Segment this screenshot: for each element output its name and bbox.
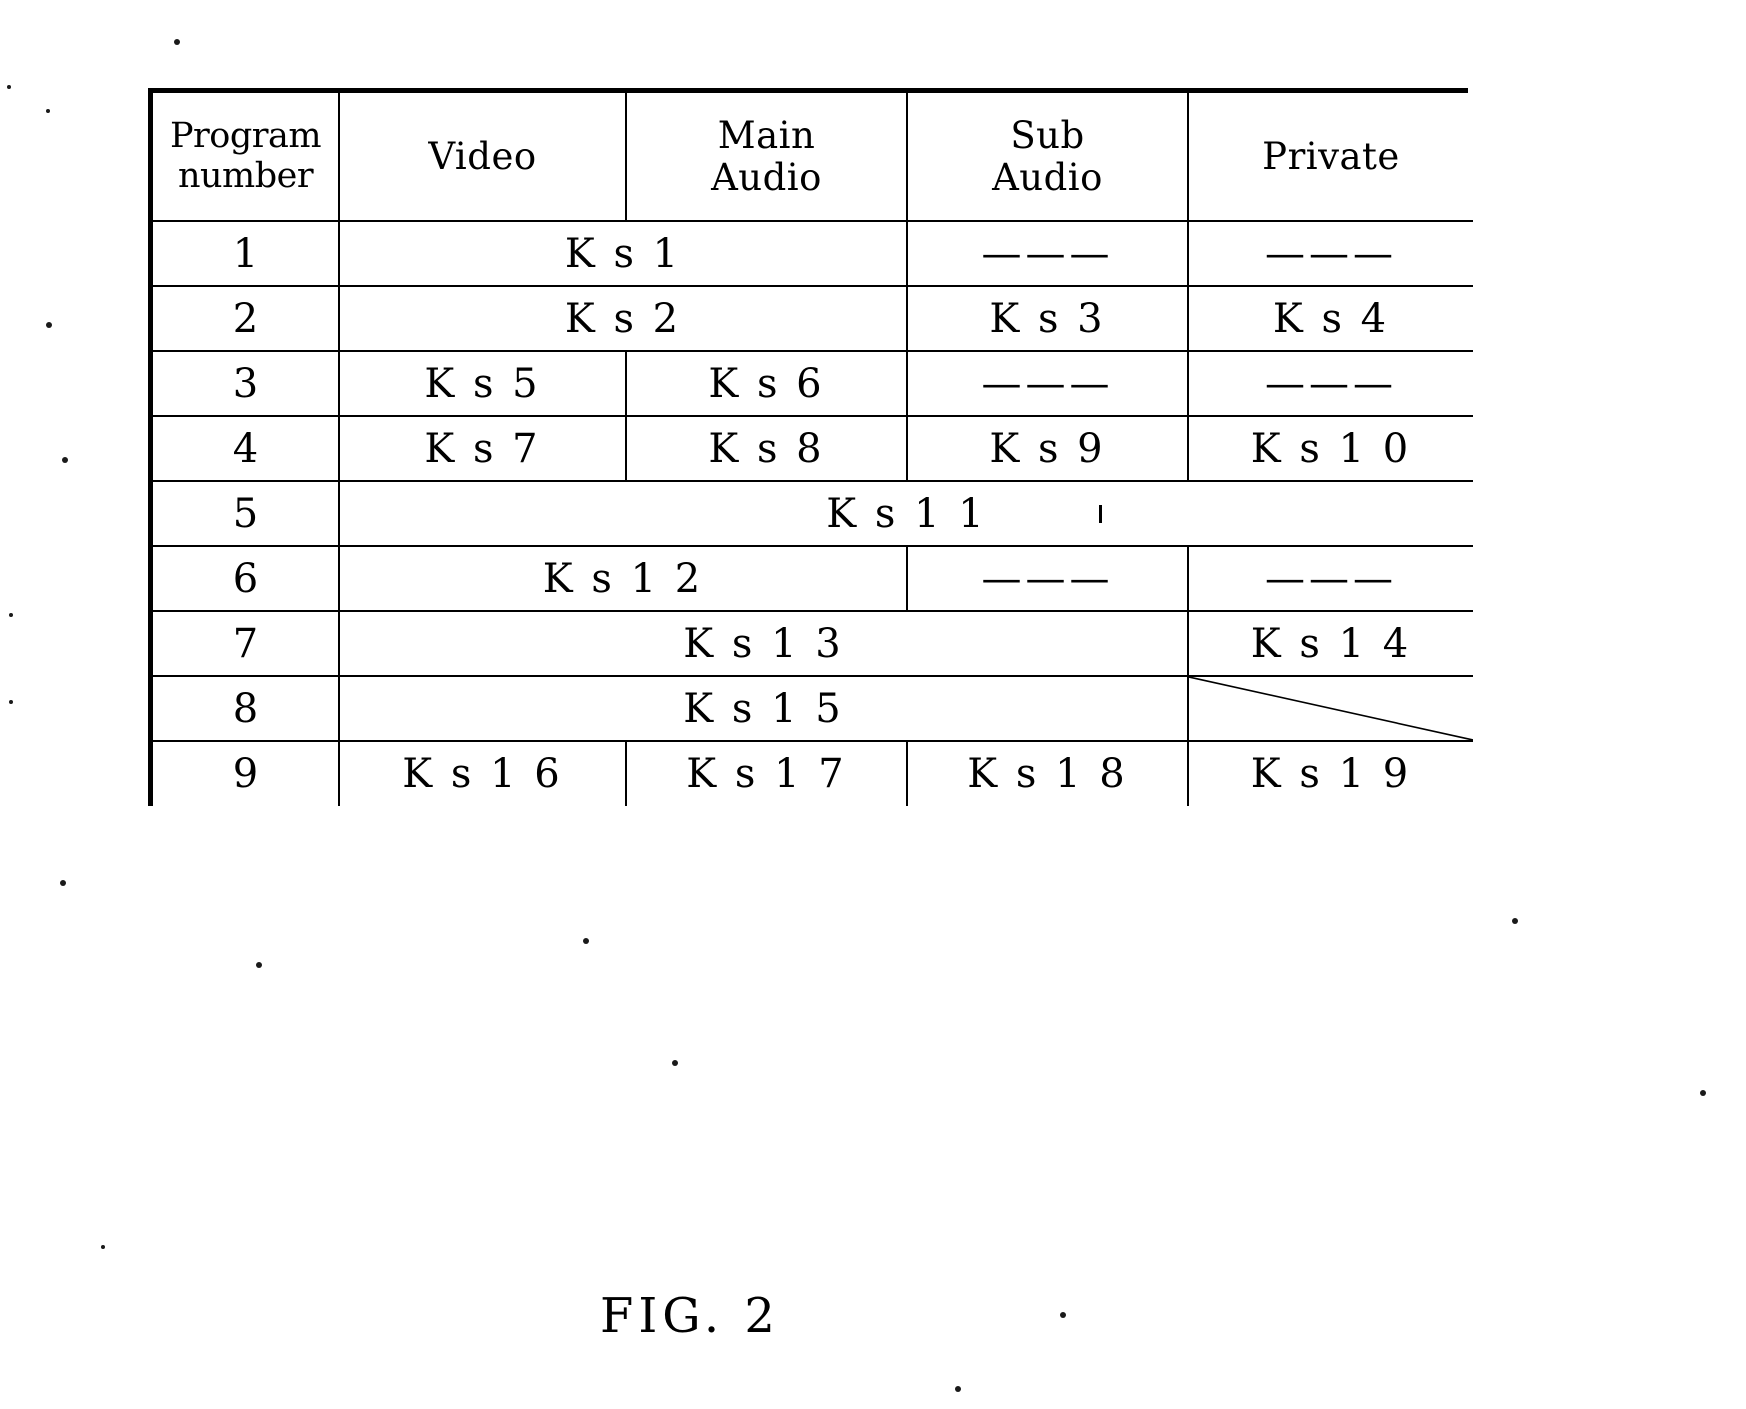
column-header-video: Video (338, 93, 627, 222)
program-number-cell: 6 (153, 545, 340, 612)
stream-key-cell: K s 1 4 (1187, 610, 1473, 677)
stream-key-cell: K s 4 (1187, 285, 1473, 352)
header-line-2: number (177, 155, 314, 196)
stream-key-cell: K s 6 (625, 350, 908, 417)
program-number-cell: 8 (153, 675, 340, 742)
table-row: 5K s 1 1 (153, 480, 1473, 547)
table-header-row: Program number Video Main Audio Sub Audi… (153, 93, 1473, 222)
scan-speck (955, 1386, 961, 1392)
column-header-private: Private (1187, 93, 1473, 222)
program-number-cell: 9 (153, 740, 340, 806)
scan-speck (60, 880, 66, 886)
stream-key-cell: K s 1 2 (338, 545, 908, 612)
empty-dash-cell: ——— (1187, 350, 1473, 417)
column-header-sub-audio: Sub Audio (906, 93, 1189, 222)
scan-speck (256, 962, 262, 968)
empty-dash-cell: ——— (1187, 220, 1473, 287)
stream-key-cell: K s 1 3 (338, 610, 1189, 677)
table-row: 2K s 2K s 3K s 4 (153, 285, 1473, 352)
program-number-cell: 5 (153, 480, 340, 547)
stray-tick-mark (1099, 505, 1102, 523)
program-number-cell: 7 (153, 610, 340, 677)
scan-speck (101, 1245, 105, 1249)
program-number-cell: 4 (153, 415, 340, 482)
table: Program number Video Main Audio Sub Audi… (153, 93, 1473, 806)
program-number-cell: 1 (153, 220, 340, 287)
table-row: 7K s 1 3K s 1 4 (153, 610, 1473, 677)
header-line-1: Sub (1010, 114, 1085, 158)
column-header-main-audio: Main Audio (625, 93, 908, 222)
figure-caption: FIG. 2 (600, 1288, 780, 1344)
scan-speck (672, 1060, 678, 1066)
table-row: 9K s 1 6K s 1 7K s 1 8K s 1 9 (153, 740, 1473, 806)
header-line-2: Audio (992, 155, 1103, 199)
table-row: 8K s 1 5 (153, 675, 1473, 742)
stream-key-cell: K s 9 (906, 415, 1189, 482)
header-line-1: Program (169, 116, 322, 157)
stream-key-cell: K s 1 0 (1187, 415, 1473, 482)
stream-key-cell: K s 8 (625, 415, 908, 482)
scan-speck (62, 457, 68, 463)
scan-speck (1512, 918, 1518, 924)
table-body: Program number Video Main Audio Sub Audi… (153, 93, 1473, 806)
program-number-cell: 3 (153, 350, 340, 417)
stream-key-cell: K s 2 (338, 285, 908, 352)
column-header-program-number: Program number (153, 93, 340, 222)
stream-key-cell: K s 1 6 (338, 740, 627, 806)
header-line-1: Video (428, 134, 537, 178)
empty-dash-cell: ——— (906, 350, 1189, 417)
header-line-1: Main (717, 114, 816, 158)
stream-key-cell: K s 1 1 (338, 480, 1473, 547)
table-row: 4K s 7K s 8K s 9K s 1 0 (153, 415, 1473, 482)
stream-key-cell: K s 1 8 (906, 740, 1189, 806)
header-line-1: Private (1262, 134, 1400, 178)
stream-key-cell: K s 3 (906, 285, 1189, 352)
table-row: 1K s 1 ——— ——— (153, 220, 1473, 287)
diagonal-strike-cell (1187, 675, 1473, 742)
scan-speck (174, 39, 180, 45)
scan-speck (9, 613, 13, 617)
header-line-2: Audio (711, 155, 822, 199)
scan-speck (46, 109, 50, 113)
scan-speck (46, 322, 52, 328)
scan-speck (1700, 1090, 1706, 1096)
scan-speck (7, 85, 11, 89)
diagonal-line-icon (1189, 677, 1473, 740)
scan-speck (9, 700, 13, 704)
stream-key-cell: K s 5 (338, 350, 627, 417)
stream-key-cell: K s 1 5 (338, 675, 1189, 742)
stream-key-cell: K s 1 9 (1187, 740, 1473, 806)
empty-dash-cell: ——— (906, 545, 1189, 612)
scan-speck (583, 938, 589, 944)
stream-key-cell: K s 7 (338, 415, 627, 482)
program-stream-key-table: Program number Video Main Audio Sub Audi… (148, 88, 1473, 806)
program-number-cell: 2 (153, 285, 340, 352)
empty-dash-cell: ——— (906, 220, 1189, 287)
stream-key-cell: K s 1 7 (625, 740, 908, 806)
stream-key-cell: K s 1 (338, 220, 908, 287)
empty-dash-cell: ——— (1187, 545, 1473, 612)
table-row: 3K s 5K s 6 ——— ——— (153, 350, 1473, 417)
table-row: 6K s 1 2 ——— ——— (153, 545, 1473, 612)
